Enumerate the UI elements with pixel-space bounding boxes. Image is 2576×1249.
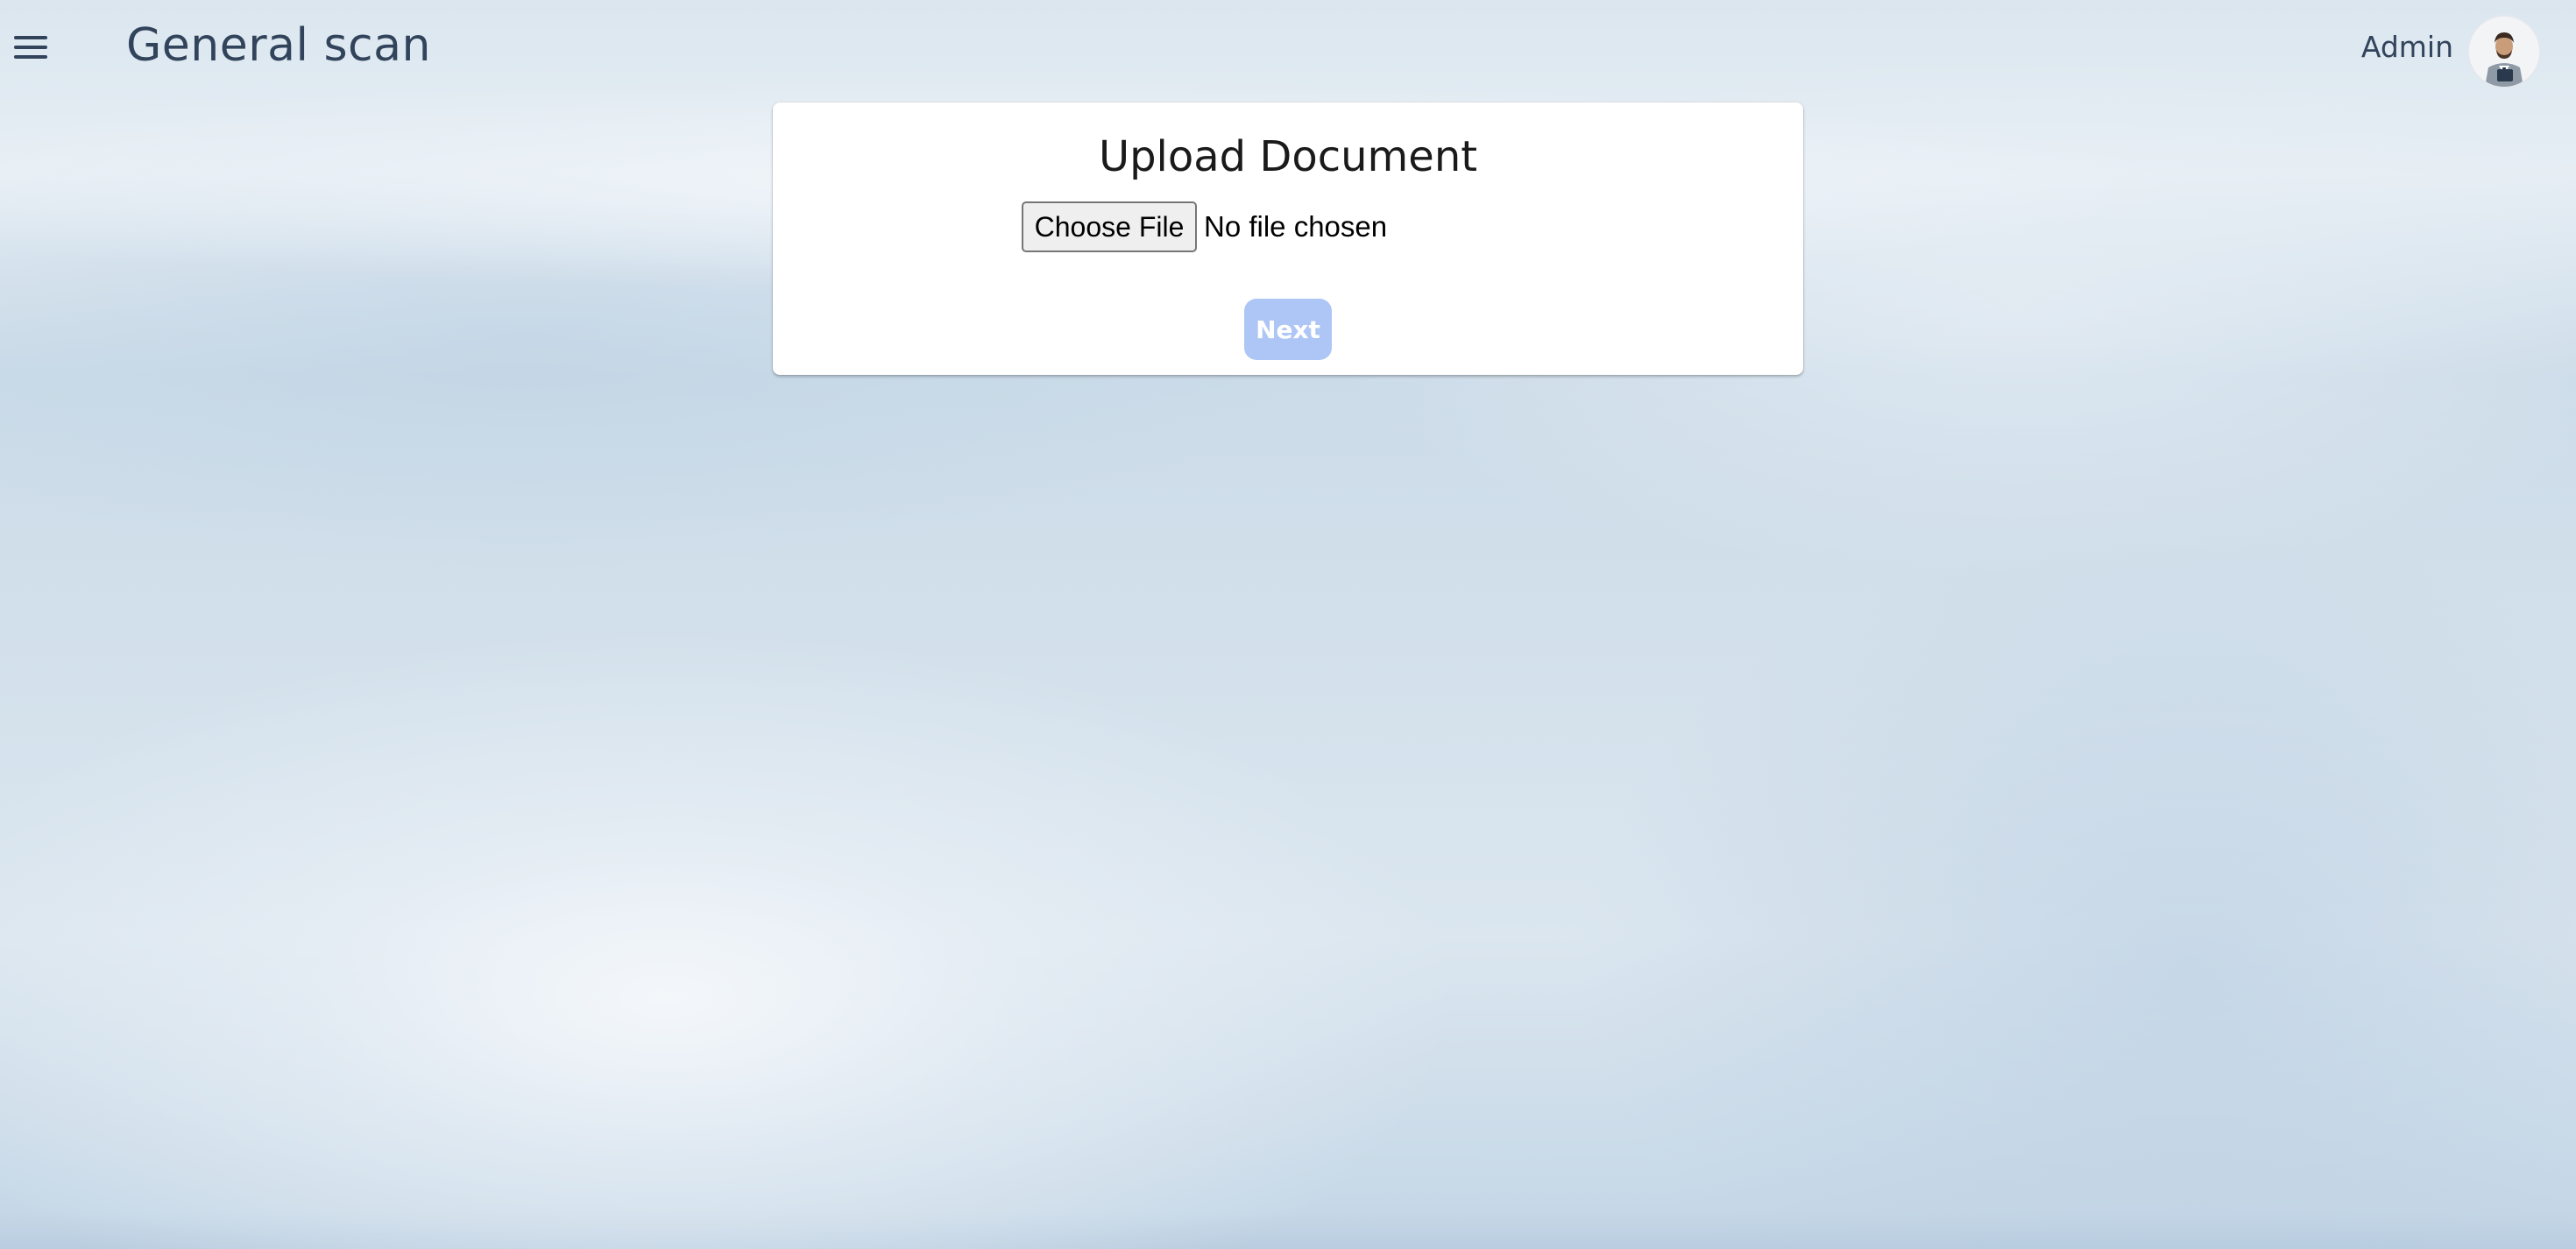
user-avatar-icon — [2469, 17, 2539, 87]
avatar[interactable] — [2467, 15, 2541, 88]
next-button[interactable]: Next — [1244, 299, 1332, 360]
user-name[interactable]: Admin — [2361, 30, 2453, 64]
top-bar: General scan Admin — [0, 0, 2576, 95]
choose-file-button[interactable]: Choose File — [1022, 201, 1197, 252]
card-title: Upload Document — [1098, 132, 1478, 181]
file-status-text: No file chosen — [1204, 210, 1388, 243]
page-title: General scan — [126, 19, 431, 72]
hamburger-menu-icon[interactable] — [14, 26, 56, 68]
upload-document-card: Upload Document Choose File No file chos… — [773, 102, 1803, 375]
file-input[interactable]: Choose File No file chosen — [1022, 201, 1387, 252]
